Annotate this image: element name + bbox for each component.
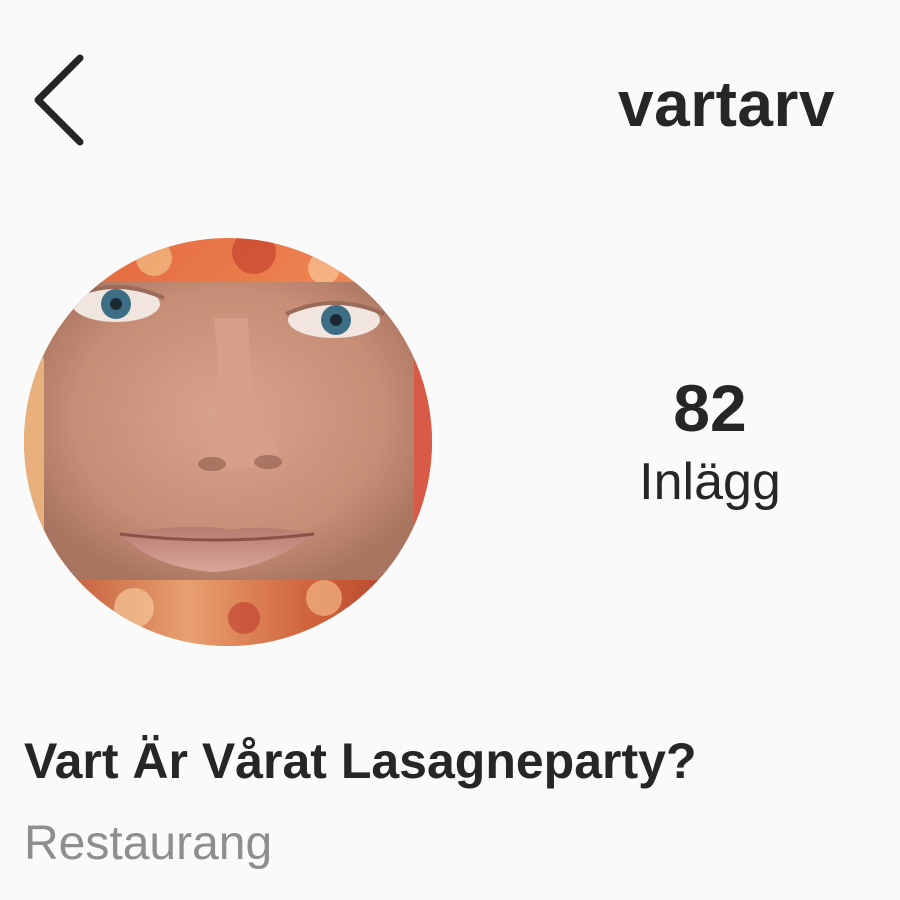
- posts-stat[interactable]: 82 Inlägg: [560, 372, 860, 513]
- chevron-left-icon: [34, 54, 84, 146]
- posts-label: Inlägg: [639, 452, 781, 511]
- category-label: Restaurang: [24, 817, 273, 870]
- back-button[interactable]: [22, 48, 102, 148]
- profile-picture: [24, 238, 432, 646]
- avatar[interactable]: [24, 238, 432, 646]
- display-name: Vart Är Vårat Lasagneparty?: [24, 733, 697, 789]
- posts-count: 82: [673, 371, 747, 445]
- profile-screen: vartarv 82 Inlägg Vart Är Vårat Lasagnep…: [0, 0, 900, 900]
- profile-username: vartarv: [618, 68, 835, 140]
